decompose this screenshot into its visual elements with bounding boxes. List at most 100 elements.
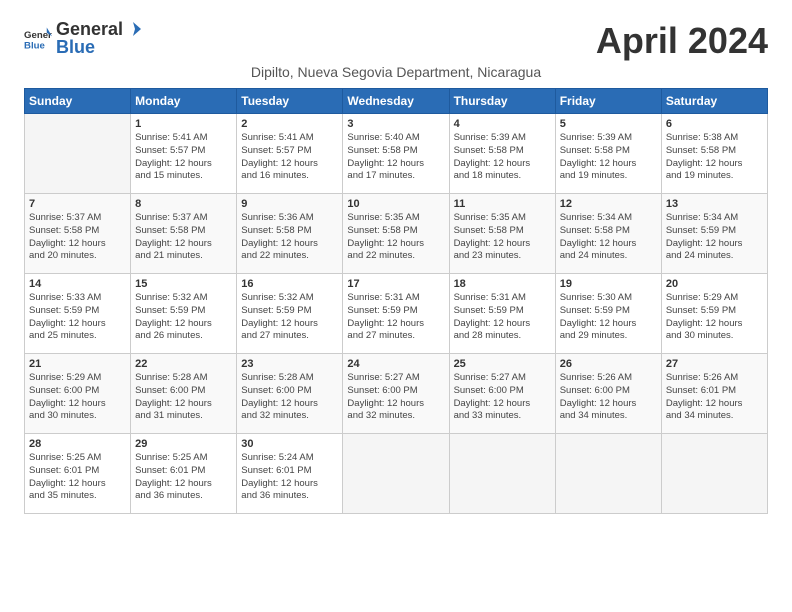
day-number: 2 (241, 118, 338, 130)
day-number: 11 (454, 198, 551, 210)
day-info: Sunrise: 5:39 AM Sunset: 5:58 PM Dayligh… (454, 132, 551, 183)
calendar-header: SundayMondayTuesdayWednesdayThursdayFrid… (25, 89, 768, 114)
calendar-cell: 28 Sunrise: 5:25 AM Sunset: 6:01 PM Dayli… (25, 434, 131, 514)
calendar-body: 1 Sunrise: 5:41 AM Sunset: 5:57 PM Daylig… (25, 114, 768, 514)
day-info: Sunrise: 5:33 AM Sunset: 5:59 PM Dayligh… (29, 292, 126, 343)
calendar-cell: 29 Sunrise: 5:25 AM Sunset: 6:01 PM Dayli… (131, 434, 237, 514)
day-info: Sunrise: 5:24 AM Sunset: 6:01 PM Dayligh… (241, 452, 338, 503)
calendar-cell: 8 Sunrise: 5:37 AM Sunset: 5:58 PM Daylig… (131, 194, 237, 274)
day-of-week-header: Sunday (25, 89, 131, 114)
calendar-week-row: 1 Sunrise: 5:41 AM Sunset: 5:57 PM Daylig… (25, 114, 768, 194)
day-number: 30 (241, 438, 338, 450)
calendar-cell: 27Sunrise: 5:26 AM Sunset: 6:01 PM Dayli… (661, 354, 767, 434)
day-info: Sunrise: 5:29 AM Sunset: 5:59 PM Dayligh… (666, 292, 763, 343)
calendar-cell (661, 434, 767, 514)
day-number: 14 (29, 278, 126, 290)
day-info: Sunrise: 5:39 AM Sunset: 5:58 PM Dayligh… (560, 132, 657, 183)
svg-text:Blue: Blue (24, 41, 45, 52)
calendar-cell: 1 Sunrise: 5:41 AM Sunset: 5:57 PM Daylig… (131, 114, 237, 194)
day-info: Sunrise: 5:35 AM Sunset: 5:58 PM Dayligh… (347, 212, 444, 263)
calendar-cell: 14 Sunrise: 5:33 AM Sunset: 5:59 PM Dayli… (25, 274, 131, 354)
calendar-week-row: 21 Sunrise: 5:29 AM Sunset: 6:00 PM Dayli… (25, 354, 768, 434)
calendar-cell: 11 Sunrise: 5:35 AM Sunset: 5:58 PM Dayli… (449, 194, 555, 274)
calendar-cell: 13Sunrise: 5:34 AM Sunset: 5:59 PM Dayli… (661, 194, 767, 274)
calendar-cell: 12Sunrise: 5:34 AM Sunset: 5:58 PM Dayli… (555, 194, 661, 274)
day-info: Sunrise: 5:28 AM Sunset: 6:00 PM Dayligh… (241, 372, 338, 423)
day-number: 13 (666, 198, 763, 210)
day-of-week-header: Wednesday (343, 89, 449, 114)
calendar-cell: 22Sunrise: 5:28 AM Sunset: 6:00 PM Dayli… (131, 354, 237, 434)
day-number: 7 (29, 198, 126, 210)
day-number: 5 (560, 118, 657, 130)
day-number: 22 (135, 358, 232, 370)
calendar-cell: 20Sunrise: 5:29 AM Sunset: 5:59 PM Dayli… (661, 274, 767, 354)
logo-icon: General Blue (24, 24, 52, 52)
day-number: 8 (135, 198, 232, 210)
calendar-cell: 2Sunrise: 5:41 AM Sunset: 5:57 PM Daylig… (237, 114, 343, 194)
month-title: April 2024 (596, 20, 768, 62)
calendar-table: SundayMondayTuesdayWednesdayThursdayFrid… (24, 88, 768, 514)
calendar-cell: 16Sunrise: 5:32 AM Sunset: 5:59 PM Dayli… (237, 274, 343, 354)
day-info: Sunrise: 5:40 AM Sunset: 5:58 PM Dayligh… (347, 132, 444, 183)
day-number: 1 (135, 118, 232, 130)
days-of-week-row: SundayMondayTuesdayWednesdayThursdayFrid… (25, 89, 768, 114)
day-of-week-header: Saturday (661, 89, 767, 114)
calendar-cell: 4 Sunrise: 5:39 AM Sunset: 5:58 PM Daylig… (449, 114, 555, 194)
day-number: 15 (135, 278, 232, 290)
day-number: 24 (347, 358, 444, 370)
day-of-week-header: Tuesday (237, 89, 343, 114)
calendar-cell (25, 114, 131, 194)
day-number: 29 (135, 438, 232, 450)
calendar-cell: 24 Sunrise: 5:27 AM Sunset: 6:00 PM Dayli… (343, 354, 449, 434)
calendar-cell: 26 Sunrise: 5:26 AM Sunset: 6:00 PM Dayli… (555, 354, 661, 434)
calendar-cell: 30 Sunrise: 5:24 AM Sunset: 6:01 PM Dayli… (237, 434, 343, 514)
day-info: Sunrise: 5:31 AM Sunset: 5:59 PM Dayligh… (347, 292, 444, 343)
day-info: Sunrise: 5:38 AM Sunset: 5:58 PM Dayligh… (666, 132, 763, 183)
day-info: Sunrise: 5:29 AM Sunset: 6:00 PM Dayligh… (29, 372, 126, 423)
day-info: Sunrise: 5:34 AM Sunset: 5:58 PM Dayligh… (560, 212, 657, 263)
calendar-cell: 19 Sunrise: 5:30 AM Sunset: 5:59 PM Dayli… (555, 274, 661, 354)
calendar-week-row: 28 Sunrise: 5:25 AM Sunset: 6:01 PM Dayli… (25, 434, 768, 514)
calendar-cell: 18 Sunrise: 5:31 AM Sunset: 5:59 PM Dayli… (449, 274, 555, 354)
day-info: Sunrise: 5:27 AM Sunset: 6:00 PM Dayligh… (347, 372, 444, 423)
day-number: 26 (560, 358, 657, 370)
day-number: 25 (454, 358, 551, 370)
day-info: Sunrise: 5:41 AM Sunset: 5:57 PM Dayligh… (135, 132, 232, 183)
day-number: 28 (29, 438, 126, 450)
day-number: 10 (347, 198, 444, 210)
day-number: 21 (29, 358, 126, 370)
logo-arrow-icon (125, 20, 143, 38)
day-number: 18 (454, 278, 551, 290)
day-of-week-header: Thursday (449, 89, 555, 114)
calendar-cell: 5 Sunrise: 5:39 AM Sunset: 5:58 PM Daylig… (555, 114, 661, 194)
day-info: Sunrise: 5:25 AM Sunset: 6:01 PM Dayligh… (29, 452, 126, 503)
logo: General Blue General Blue (24, 20, 143, 56)
day-info: Sunrise: 5:25 AM Sunset: 6:01 PM Dayligh… (135, 452, 232, 503)
day-info: Sunrise: 5:35 AM Sunset: 5:58 PM Dayligh… (454, 212, 551, 263)
day-info: Sunrise: 5:31 AM Sunset: 5:59 PM Dayligh… (454, 292, 551, 343)
calendar-week-row: 14 Sunrise: 5:33 AM Sunset: 5:59 PM Dayli… (25, 274, 768, 354)
calendar-cell: 10 Sunrise: 5:35 AM Sunset: 5:58 PM Dayli… (343, 194, 449, 274)
day-info: Sunrise: 5:36 AM Sunset: 5:58 PM Dayligh… (241, 212, 338, 263)
day-info: Sunrise: 5:37 AM Sunset: 5:58 PM Dayligh… (135, 212, 232, 263)
day-number: 27 (666, 358, 763, 370)
calendar-cell: 17Sunrise: 5:31 AM Sunset: 5:59 PM Dayli… (343, 274, 449, 354)
day-info: Sunrise: 5:32 AM Sunset: 5:59 PM Dayligh… (241, 292, 338, 343)
calendar-cell (343, 434, 449, 514)
day-of-week-header: Monday (131, 89, 237, 114)
day-of-week-header: Friday (555, 89, 661, 114)
day-info: Sunrise: 5:26 AM Sunset: 6:00 PM Dayligh… (560, 372, 657, 423)
calendar-cell (555, 434, 661, 514)
day-number: 4 (454, 118, 551, 130)
day-info: Sunrise: 5:37 AM Sunset: 5:58 PM Dayligh… (29, 212, 126, 263)
calendar-cell: 25Sunrise: 5:27 AM Sunset: 6:00 PM Dayli… (449, 354, 555, 434)
calendar-cell: 21 Sunrise: 5:29 AM Sunset: 6:00 PM Dayli… (25, 354, 131, 434)
logo-general-text: General (56, 20, 123, 38)
calendar-cell: 6Sunrise: 5:38 AM Sunset: 5:58 PM Daylig… (661, 114, 767, 194)
day-number: 9 (241, 198, 338, 210)
calendar-week-row: 7 Sunrise: 5:37 AM Sunset: 5:58 PM Daylig… (25, 194, 768, 274)
calendar-cell: 9 Sunrise: 5:36 AM Sunset: 5:58 PM Daylig… (237, 194, 343, 274)
day-number: 19 (560, 278, 657, 290)
logo-blue-text: Blue (56, 38, 143, 56)
day-info: Sunrise: 5:30 AM Sunset: 5:59 PM Dayligh… (560, 292, 657, 343)
